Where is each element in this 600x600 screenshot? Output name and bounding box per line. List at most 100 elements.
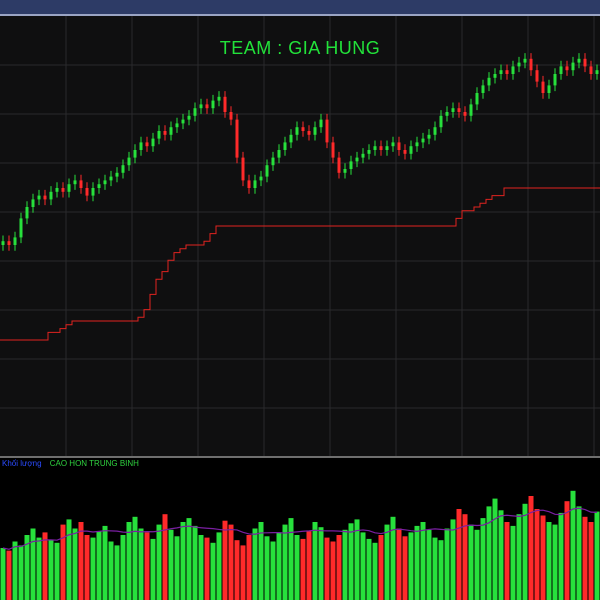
candle-body xyxy=(241,157,245,181)
candle-body xyxy=(289,134,293,143)
candle-body xyxy=(115,172,119,177)
legend-volume: Khối lượng xyxy=(2,459,42,468)
volume-bar xyxy=(150,538,156,600)
candle-body xyxy=(91,188,95,196)
candle-body xyxy=(469,104,473,116)
volume-bar xyxy=(102,525,108,600)
candle-body xyxy=(319,119,323,128)
candle-body xyxy=(475,93,479,105)
candle-body xyxy=(439,115,443,128)
candle-body xyxy=(505,70,509,74)
candle-body xyxy=(451,108,455,112)
volume-bar xyxy=(300,538,306,600)
volume-bar xyxy=(516,514,522,600)
candle-body xyxy=(487,77,491,86)
candle-body xyxy=(307,131,311,135)
candle-body xyxy=(583,58,587,67)
volume-bar xyxy=(120,535,126,600)
volume-bar xyxy=(384,524,390,600)
volume-bar xyxy=(234,540,240,600)
volume-bar xyxy=(378,535,384,600)
candle-body xyxy=(325,119,329,143)
candle-body xyxy=(7,241,11,245)
volume-bar xyxy=(336,535,342,600)
volume-bar xyxy=(564,501,570,600)
candle-body xyxy=(97,184,101,188)
volume-bar xyxy=(294,535,300,600)
candle-body xyxy=(25,207,29,219)
volume-bar xyxy=(240,545,246,600)
candle-body xyxy=(493,74,497,78)
candle-body xyxy=(301,127,305,131)
candle-body xyxy=(553,74,557,86)
candle-body xyxy=(121,165,125,173)
candle-body xyxy=(187,115,191,120)
volume-bar xyxy=(450,519,456,600)
candle-body xyxy=(511,66,515,74)
volume-bar xyxy=(558,512,564,600)
candle-body xyxy=(397,142,401,150)
candle-body xyxy=(13,237,17,245)
candle-body xyxy=(361,153,365,158)
volume-bar xyxy=(18,545,24,600)
volume-bar xyxy=(252,528,258,600)
volume-bar xyxy=(204,537,210,600)
volume-bars-layer xyxy=(0,490,600,600)
candle-body xyxy=(367,150,371,154)
candle-body xyxy=(355,157,359,162)
candle-body xyxy=(277,150,281,158)
candle-body xyxy=(31,199,35,207)
candle-body xyxy=(481,85,485,93)
candle-body xyxy=(457,108,461,112)
volume-bar xyxy=(162,514,168,600)
volume-bar xyxy=(60,524,66,600)
volume-bar xyxy=(270,541,276,600)
volume-bar xyxy=(582,516,588,600)
volume-bar xyxy=(90,537,96,600)
volume-bar xyxy=(426,529,432,600)
volume-bar xyxy=(12,541,18,600)
candle-body xyxy=(271,157,275,166)
volume-bar xyxy=(108,541,114,600)
candle-body xyxy=(157,131,161,139)
candle-body xyxy=(385,146,389,150)
volume-bar xyxy=(360,532,366,600)
volume-bar xyxy=(138,528,144,600)
chart-canvas[interactable] xyxy=(0,0,600,600)
candle-body xyxy=(205,104,209,109)
candle-body xyxy=(229,112,233,120)
volume-bar xyxy=(228,524,234,600)
candle-body xyxy=(529,58,533,71)
candle-body xyxy=(139,142,143,150)
candle-body xyxy=(217,96,221,101)
volume-bar xyxy=(54,542,60,600)
volume-bar xyxy=(288,518,294,600)
volume-bar xyxy=(276,532,282,600)
candle-body xyxy=(433,127,437,135)
candle-body xyxy=(559,66,563,74)
volume-bar xyxy=(420,522,426,600)
candle-body xyxy=(577,58,581,63)
candle-body xyxy=(85,188,89,196)
candle-body xyxy=(109,176,113,181)
candle-body xyxy=(163,131,167,135)
volume-bar xyxy=(282,524,288,600)
candle-body xyxy=(427,134,431,139)
candle-body xyxy=(253,180,257,188)
volume-bar xyxy=(174,536,180,600)
volume-bar xyxy=(306,531,312,600)
volume-bar xyxy=(132,516,138,600)
stop-line xyxy=(0,187,600,341)
volume-bar xyxy=(468,524,474,600)
volume-bar xyxy=(348,523,354,600)
volume-bar xyxy=(312,522,318,600)
candle-body xyxy=(349,161,353,169)
volume-bar xyxy=(498,510,504,600)
volume-bar xyxy=(330,541,336,600)
volume-bar xyxy=(42,532,48,600)
volume-bar xyxy=(114,545,120,600)
volume-bar xyxy=(396,528,402,600)
candle-body xyxy=(541,81,545,93)
volume-bar xyxy=(168,529,174,600)
candle-body xyxy=(295,127,299,135)
